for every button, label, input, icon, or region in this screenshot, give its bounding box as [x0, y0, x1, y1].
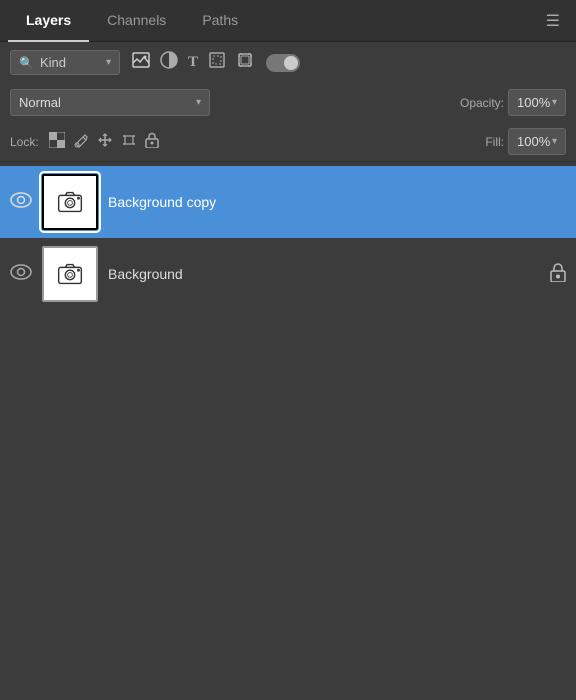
opacity-group: Opacity: 100% ▾ — [460, 89, 566, 116]
opacity-chevron-icon: ▾ — [552, 97, 557, 108]
layer-name: Background copy — [108, 194, 566, 210]
lock-artboard-icon[interactable] — [121, 132, 137, 152]
layer-thumbnail — [42, 174, 98, 230]
lock-icons — [49, 132, 159, 152]
filter-smart-icon[interactable] — [236, 51, 254, 74]
opacity-value: 100% — [517, 95, 550, 110]
filter-toggle[interactable] — [266, 54, 300, 72]
layer-item[interactable]: Background — [0, 238, 576, 310]
filter-adjustment-icon[interactable] — [160, 51, 178, 74]
layer-lock-icon — [550, 262, 566, 287]
opacity-input[interactable]: 100% ▾ — [508, 89, 566, 116]
lock-label: Lock: — [10, 135, 39, 149]
tab-paths[interactable]: Paths — [184, 0, 256, 42]
lock-row: Lock: — [0, 122, 576, 162]
filter-image-icon[interactable] — [132, 52, 150, 73]
blend-row: Normal ▾ Opacity: 100% ▾ — [0, 83, 576, 122]
tab-layers[interactable]: Layers — [8, 0, 89, 42]
visibility-icon[interactable] — [10, 264, 32, 285]
lock-transparent-icon[interactable] — [49, 132, 65, 152]
tab-bar: Layers Channels Paths ☰ — [0, 0, 576, 42]
lock-paint-icon[interactable] — [73, 132, 89, 152]
visibility-icon[interactable] — [10, 192, 32, 213]
filter-type-icon[interactable]: T — [188, 54, 198, 71]
filter-icons: T — [132, 51, 254, 74]
panel-menu-icon[interactable]: ☰ — [538, 7, 568, 35]
kind-select[interactable]: 🔍 Kind ▾ — [10, 50, 120, 75]
layer-thumbnail — [42, 246, 98, 302]
fill-chevron-icon: ▾ — [552, 136, 557, 147]
lock-move-icon[interactable] — [97, 132, 113, 152]
kind-label: Kind — [40, 55, 66, 70]
fill-label: Fill: — [485, 135, 504, 149]
lock-all-icon[interactable] — [145, 132, 159, 152]
layer-item[interactable]: Background copy — [0, 166, 576, 238]
layers-list: Background copy — [0, 162, 576, 700]
filter-row: 🔍 Kind ▾ T — [0, 42, 576, 83]
tab-channels[interactable]: Channels — [89, 0, 184, 42]
fill-value: 100% — [517, 134, 550, 149]
layer-name: Background — [108, 266, 540, 282]
blend-mode-value: Normal — [19, 95, 61, 110]
kind-chevron-icon: ▾ — [106, 57, 111, 68]
fill-group: Fill: 100% ▾ — [485, 128, 566, 155]
fill-input[interactable]: 100% ▾ — [508, 128, 566, 155]
search-icon: 🔍 — [19, 56, 34, 70]
blend-chevron-icon: ▾ — [196, 97, 201, 108]
opacity-label: Opacity: — [460, 96, 504, 110]
filter-shape-icon[interactable] — [208, 51, 226, 74]
blend-mode-select[interactable]: Normal ▾ — [10, 89, 210, 116]
layers-panel: Layers Channels Paths ☰ 🔍 Kind ▾ — [0, 0, 576, 700]
